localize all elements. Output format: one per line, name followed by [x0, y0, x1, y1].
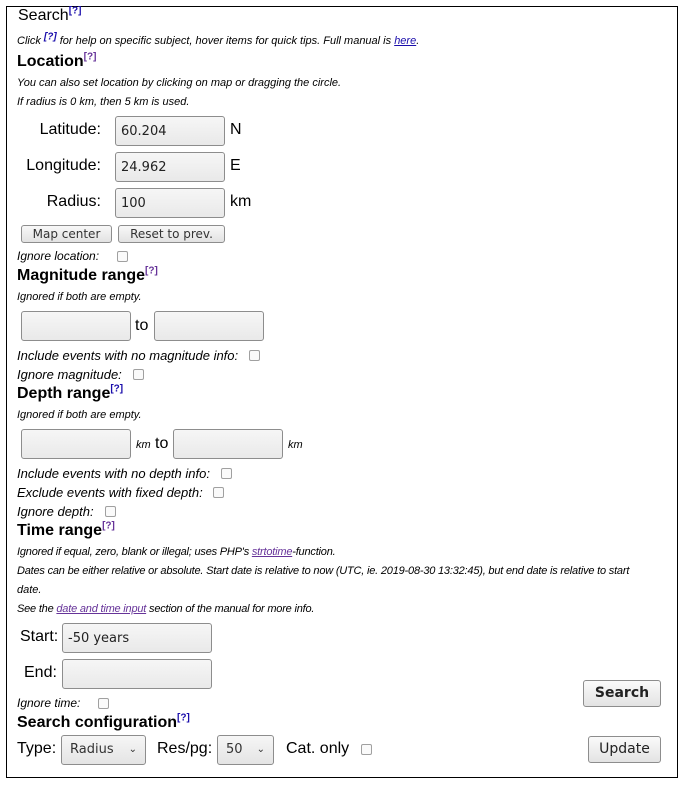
radius-unit: km — [230, 193, 252, 210]
magnitude-heading-text: Magnitude range — [17, 267, 146, 284]
ignore-location-checkbox[interactable] — [117, 251, 128, 262]
ignore-magnitude-label: Ignore magnitude: — [17, 367, 122, 382]
config-heading-text: Search configuration — [17, 714, 178, 731]
magnitude-include-no-info-label: Include events with no magnitude info: — [17, 348, 239, 363]
help-link-search[interactable]: [?] — [69, 6, 82, 17]
location-heading-text: Location — [17, 53, 84, 70]
longitude-unit: E — [230, 157, 241, 174]
longitude-input[interactable] — [115, 152, 225, 182]
time-note-relative-end: date. — [17, 584, 42, 596]
ignore-location-label: Ignore location: — [17, 249, 100, 263]
cat-only-checkbox[interactable] — [361, 744, 372, 755]
radius-input[interactable] — [115, 188, 225, 218]
depth-max-input[interactable] — [173, 429, 283, 459]
depth-heading: Depth range[?] — [17, 384, 123, 403]
longitude-label: Longitude: — [26, 157, 101, 174]
latitude-unit: N — [230, 121, 242, 138]
time-note-strtotime: Ignored if equal, zero, blank or illegal… — [17, 546, 336, 558]
location-note-radius: If radius is 0 km, then 5 km is used. — [17, 96, 190, 108]
time-heading-text: Time range — [17, 522, 103, 539]
legend-title: Search — [18, 7, 69, 24]
time-note3-pre: See the — [17, 603, 54, 615]
depth-include-no-info-label: Include events with no depth info: — [17, 466, 210, 481]
end-label: End: — [24, 664, 57, 681]
magnitude-min-input[interactable] — [21, 311, 131, 341]
search-legend: Search[?] — [17, 6, 84, 25]
help-marker-example[interactable]: [?] — [44, 31, 57, 42]
help-link-time[interactable]: [?] — [102, 521, 115, 532]
depth-min-unit: km — [136, 439, 151, 451]
latitude-input[interactable] — [115, 116, 225, 146]
search-button[interactable]: Search — [583, 680, 661, 707]
chevron-down-icon: ⌄ — [256, 744, 265, 755]
depth-max-unit: km — [288, 439, 303, 451]
type-select-value: Radius — [70, 742, 114, 757]
location-note-map: You can also set location by clicking on… — [17, 77, 342, 89]
strtotime-link[interactable]: strtotime — [252, 546, 293, 558]
ignore-magnitude-checkbox[interactable] — [133, 369, 144, 380]
cat-only-label: Cat. only — [286, 740, 350, 757]
time-note-manual: See the date and time input section of t… — [17, 603, 314, 615]
location-heading: Location[?] — [17, 52, 97, 71]
depth-min-input[interactable] — [21, 429, 131, 459]
time-note-relative: Dates can be either relative or absolute… — [17, 565, 630, 577]
respg-select-value: 50 — [226, 742, 243, 757]
time-heading: Time range[?] — [17, 521, 115, 540]
intro-end: . — [416, 35, 420, 47]
config-heading: Search configuration[?] — [17, 713, 190, 732]
ignore-time-checkbox[interactable] — [98, 698, 109, 709]
ignore-time-label: Ignore time: — [17, 696, 81, 710]
help-link-location[interactable]: [?] — [84, 52, 97, 63]
ignore-depth-checkbox[interactable] — [105, 506, 116, 517]
update-button[interactable]: Update — [588, 736, 661, 763]
magnitude-include-no-info-checkbox[interactable] — [249, 350, 260, 361]
type-select[interactable]: Radius ⌄ — [61, 735, 146, 765]
chevron-down-icon: ⌄ — [128, 744, 137, 755]
help-link-config[interactable]: [?] — [177, 713, 190, 724]
map-center-button[interactable]: Map center — [21, 225, 112, 243]
intro-click: Click — [17, 35, 41, 47]
start-label: Start: — [20, 628, 59, 645]
depth-note: Ignored if both are empty. — [17, 409, 142, 421]
date-time-input-link[interactable]: date and time input — [56, 603, 146, 615]
radius-label: Radius: — [46, 193, 101, 210]
type-label: Type: — [17, 740, 57, 757]
magnitude-to-label: to — [135, 317, 149, 334]
depth-exclude-fixed-checkbox[interactable] — [213, 487, 224, 498]
manual-here-link[interactable]: here — [394, 35, 416, 47]
start-date-input[interactable] — [62, 623, 212, 653]
end-date-input[interactable] — [62, 659, 212, 689]
intro-text: Click [?] for help on specific subject, … — [17, 32, 420, 47]
time-note3-post: section of the manual for more info. — [149, 603, 315, 615]
ignore-depth-label: Ignore depth: — [17, 504, 94, 519]
time-note1-post: -function. — [292, 546, 336, 558]
help-link-depth[interactable]: [?] — [110, 384, 123, 395]
time-note1-pre: Ignored if equal, zero, blank or illegal… — [17, 546, 249, 558]
depth-exclude-fixed-label: Exclude events with fixed depth: — [17, 485, 203, 500]
magnitude-heading: Magnitude range[?] — [17, 266, 158, 285]
depth-heading-text: Depth range — [17, 385, 111, 402]
help-link-magnitude[interactable]: [?] — [145, 266, 158, 277]
latitude-label: Latitude: — [39, 121, 101, 138]
intro-rest: for help on specific subject, hover item… — [59, 35, 392, 47]
magnitude-max-input[interactable] — [154, 311, 264, 341]
reset-to-prev-button[interactable]: Reset to prev. — [118, 225, 225, 243]
respg-label: Res/pg: — [157, 740, 213, 757]
depth-include-no-info-checkbox[interactable] — [221, 468, 232, 479]
results-per-page-select[interactable]: 50 ⌄ — [217, 735, 274, 765]
magnitude-note: Ignored if both are empty. — [17, 291, 142, 303]
depth-to-label: to — [155, 435, 169, 452]
